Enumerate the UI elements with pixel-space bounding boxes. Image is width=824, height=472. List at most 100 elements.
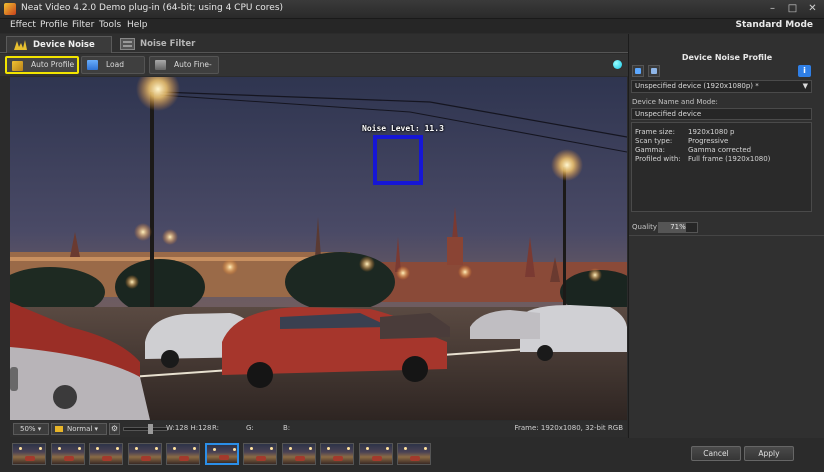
thumbnail-frame[interactable] — [281, 443, 316, 465]
open-profile-button[interactable] — [632, 65, 644, 77]
view-mode-dropdown[interactable]: Normal ▾ — [51, 423, 107, 435]
thumbnail-lamp — [270, 447, 273, 450]
cancel-button[interactable]: Cancel — [691, 446, 741, 461]
fine-tune-icon — [155, 60, 166, 70]
auto-profile-label: Auto Profile — [31, 60, 75, 69]
thumbnail-lamp — [327, 447, 330, 450]
apply-button[interactable]: Apply — [744, 446, 794, 461]
menu-bar: Effect Profile Filter Tools Help Standar… — [0, 19, 824, 33]
frame-thumbnails — [10, 441, 627, 467]
thumbnail-car — [371, 456, 382, 461]
zoom-value: 50% — [20, 425, 36, 433]
panel-title: Device Noise Profile — [681, 53, 773, 62]
device-name-mode-label: Device Name and Mode: — [632, 98, 718, 106]
auto-profile-icon — [12, 61, 23, 71]
viewer-status-bar: 50% ▾ Normal ▾ ⚙ W:128 H:128 R: G: B: Fr… — [10, 421, 627, 437]
tab-noise-filter-settings[interactable]: Noise Filter Settings — [114, 36, 224, 65]
quality-value: 71% — [670, 223, 686, 231]
thumbnail-lamp — [250, 447, 253, 450]
quality-label: Quality — [632, 223, 658, 231]
preview-slider[interactable] — [123, 424, 168, 434]
panel-grip[interactable] — [10, 367, 18, 391]
thumbnail-frame[interactable] — [50, 443, 85, 465]
thumbnail-lamp — [404, 447, 407, 450]
save-icon — [651, 68, 657, 74]
dialog-buttons: Cancel Apply — [628, 438, 824, 472]
thumbnail-frame[interactable] — [320, 443, 354, 465]
thumbnail-lamp — [39, 447, 42, 450]
title-bar: Neat Video 4.2.0 Demo plug-in (64-bit; u… — [0, 0, 824, 19]
thumbnail-lamp — [96, 447, 99, 450]
noise-sample-box[interactable] — [373, 135, 423, 185]
thumbnail-car — [294, 456, 305, 461]
thumbnail-frame[interactable] — [397, 443, 431, 465]
frame-info: Frame: 1920x1080, 32-bit RGB — [514, 424, 624, 432]
slider-handle[interactable] — [148, 424, 153, 434]
tab-device-noise-profile[interactable]: Device Noise Profile — [6, 36, 112, 66]
minimize-button[interactable]: – — [766, 3, 779, 15]
gear-icon[interactable]: ⚙ — [109, 423, 120, 435]
divider — [629, 235, 824, 236]
thumbnail-frame[interactable] — [89, 443, 123, 465]
menu-filter[interactable]: Filter — [72, 20, 94, 30]
thumbnail-lamp — [173, 447, 176, 450]
thumbnail-frame[interactable] — [166, 443, 200, 465]
quality-meter: 71% — [658, 222, 698, 233]
thumbnail-car — [256, 456, 266, 461]
folder-icon — [87, 60, 98, 70]
auto-fine-tune-button[interactable]: Auto Fine-Tune — [149, 56, 219, 85]
thumbnail-car — [140, 456, 151, 461]
thumbnail-lamp — [424, 447, 427, 450]
mode-indicator[interactable]: Standard Mode — [736, 20, 813, 30]
view-mode-value: Normal — [67, 425, 93, 433]
preview-image — [10, 77, 627, 420]
thumbnail-frame[interactable] — [12, 443, 46, 465]
thumbnail-lamp — [212, 448, 216, 451]
thumbnail-frame[interactable] — [358, 443, 393, 465]
red-readout: R: — [212, 424, 220, 432]
menu-profile[interactable]: Profile — [40, 20, 68, 30]
window-title: Neat Video 4.2.0 Demo plug-in (64-bit; u… — [21, 3, 284, 13]
device-name-field[interactable]: Unspecified device — [631, 108, 812, 120]
auto-profile-button[interactable]: Auto Profile — [5, 56, 79, 74]
side-panel: Device Noise Profile i Unspecified devic… — [628, 34, 824, 438]
thumbnail-car — [333, 456, 343, 461]
save-profile-button[interactable] — [648, 65, 660, 77]
thumbnail-lamp — [19, 447, 22, 450]
preview-viewer[interactable]: Noise Level: 11.3 — [10, 77, 627, 420]
thumbnail-lamp — [288, 447, 292, 450]
help-icon[interactable]: i — [798, 65, 811, 77]
thumbnail-car — [63, 456, 74, 461]
close-button[interactable]: ✕ — [806, 3, 819, 15]
thumbnail-lamp — [57, 447, 61, 450]
thumbnail-lamp — [232, 448, 236, 451]
noise-level-label: Noise Level: 11.3 — [362, 124, 444, 133]
thumbnail-lamp — [347, 447, 350, 450]
status-indicator-icon — [613, 60, 622, 69]
app-icon — [4, 3, 16, 15]
selection-size: W:128 H:128 — [166, 424, 212, 432]
zoom-dropdown[interactable]: 50% ▾ — [13, 423, 49, 435]
maximize-button[interactable]: □ — [786, 3, 799, 15]
folder-open-icon — [635, 68, 641, 74]
thumbnail-lamp — [365, 447, 369, 450]
thumbnail-frame[interactable] — [127, 443, 162, 465]
thumbnail-car — [102, 456, 112, 461]
thumbnail-frame[interactable] — [204, 443, 239, 465]
thumbnail-lamp — [116, 447, 119, 450]
thumbnail-lamp — [308, 447, 312, 450]
thumbnail-lamp — [385, 447, 389, 450]
thumbnail-car — [218, 455, 229, 460]
view-mode-icon — [55, 426, 63, 432]
thumbnail-car — [179, 456, 189, 461]
tab-bar: Device Noise Profile Noise Filter Settin… — [0, 34, 628, 66]
thumbnail-frame[interactable] — [243, 443, 277, 465]
menu-tools[interactable]: Tools — [99, 20, 121, 30]
menu-effect[interactable]: Effect — [10, 20, 36, 30]
load-profile-button[interactable]: Load Profile — [81, 56, 145, 85]
toolbar: Auto Profile Load Profile Auto Fine-Tune — [0, 54, 628, 85]
menu-help[interactable]: Help — [127, 20, 148, 30]
filter-settings-icon — [120, 38, 135, 50]
device-select[interactable]: Unspecified device (1920x1080p) * ▼ — [631, 80, 812, 93]
device-select-value: Unspecified device (1920x1080p) * — [635, 82, 759, 90]
